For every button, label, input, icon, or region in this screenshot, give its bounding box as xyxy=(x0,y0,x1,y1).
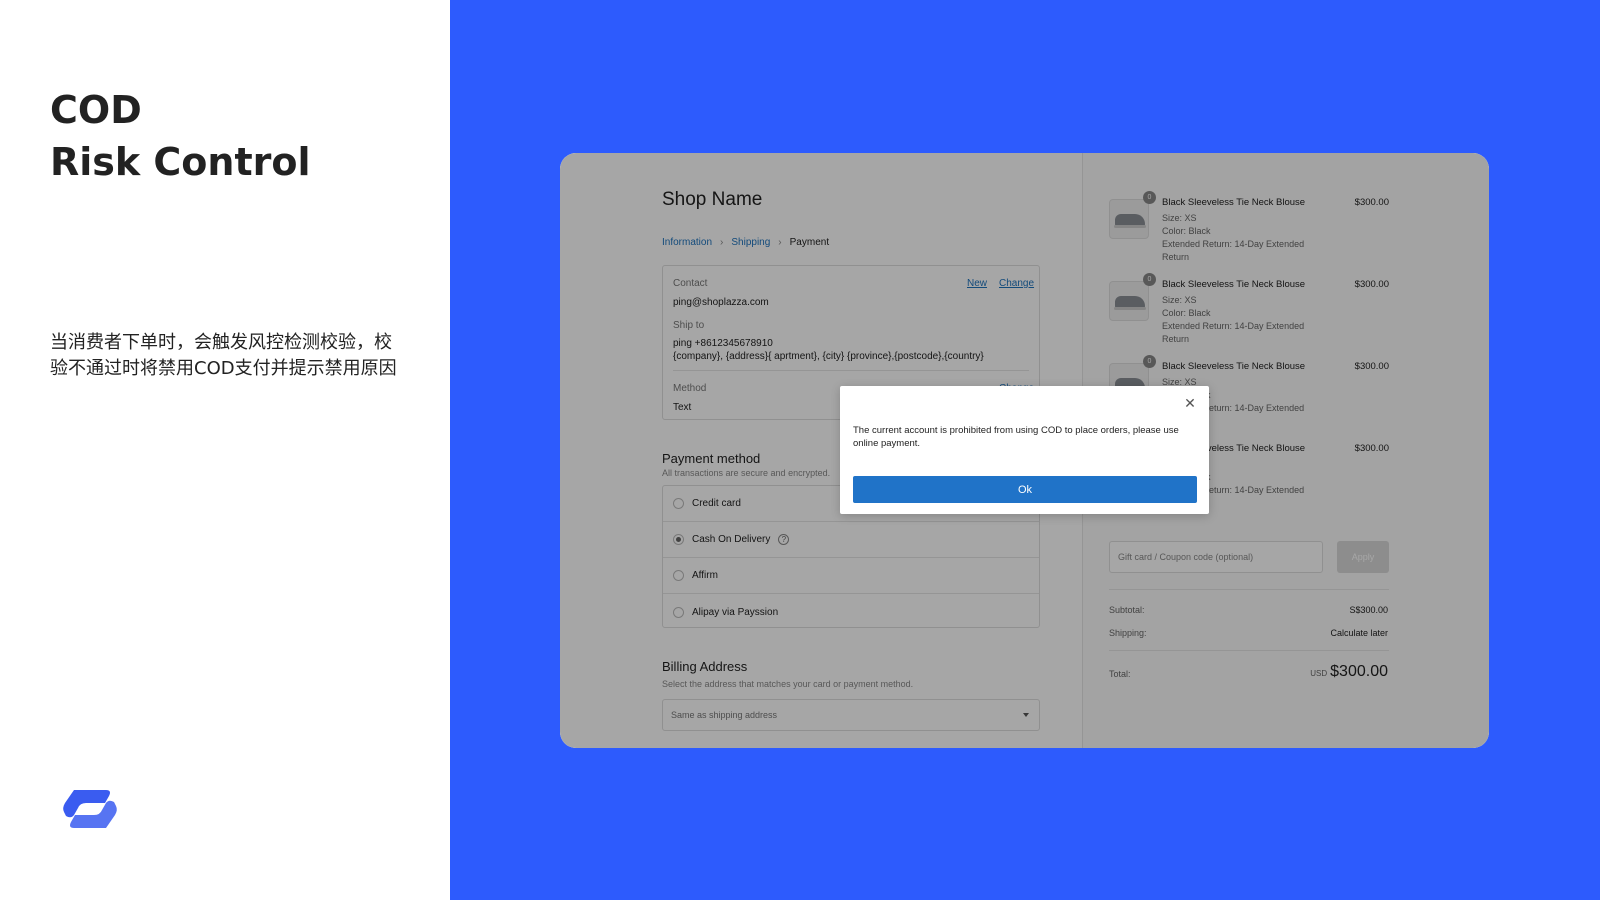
slide-title: COD Risk Control xyxy=(50,84,311,188)
dialog-message: The current account is prohibited from u… xyxy=(853,425,1179,449)
ok-button[interactable]: Ok xyxy=(853,476,1197,503)
slide-description: 当消费者下单时，会触发风控检测校验，校验不通过时将禁用COD支付并提示禁用原因 xyxy=(50,332,397,379)
brand-logo xyxy=(62,788,118,830)
slide-title-line2: Risk Control xyxy=(50,140,311,184)
slide-title-line1: COD xyxy=(50,88,142,132)
cod-prohibited-dialog: ✕ The current account is prohibited from… xyxy=(840,386,1209,514)
close-icon[interactable]: ✕ xyxy=(1183,396,1197,410)
slide-left-panel: COD Risk Control 当消费者下单时，会触发风控检测校验，校验不通过… xyxy=(0,0,450,900)
